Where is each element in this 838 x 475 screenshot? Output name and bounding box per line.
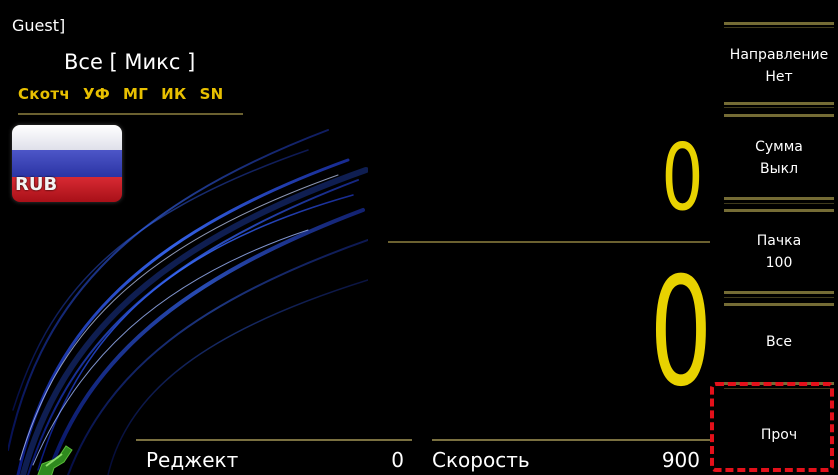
direction-button[interactable]: Направление Нет: [720, 30, 838, 102]
reject-value: 0: [391, 448, 404, 472]
feature-mg: МГ: [123, 85, 149, 103]
sum-label: Сумма: [755, 139, 803, 155]
feature-indicators: Скотч УФ МГ ИК SN: [18, 85, 224, 103]
direction-label: Направление: [729, 47, 829, 63]
user-label: Guest]: [12, 16, 66, 35]
feature-sn: SN: [199, 85, 224, 103]
antenna-icon: [37, 445, 73, 475]
counter-divider: [388, 241, 710, 243]
reject-label: Реджект: [146, 448, 239, 472]
count-value: 0: [661, 124, 704, 231]
feature-tape: Скотч: [18, 85, 70, 103]
batch-value: 100: [765, 255, 793, 271]
russia-flag-icon[interactable]: RUB: [12, 125, 122, 202]
total-value: 0: [649, 246, 712, 420]
sum-value: Выкл: [759, 161, 799, 177]
batch-label: Пачка: [756, 233, 802, 249]
direction-value: Нет: [765, 69, 793, 85]
speed-divider: [432, 439, 710, 441]
mode-label: Все [ Микс ]: [64, 50, 196, 74]
batch-button[interactable]: Пачка 100: [720, 216, 838, 288]
feature-divider: [18, 113, 243, 115]
all-button[interactable]: Все: [720, 308, 838, 376]
reject-divider: [136, 439, 412, 441]
currency-code: RUB: [15, 173, 58, 195]
speed-value: 900: [661, 448, 700, 472]
sum-button[interactable]: Сумма Выкл: [720, 122, 838, 194]
feature-ir: ИК: [161, 85, 187, 103]
speed-label: Скорость: [432, 448, 530, 472]
selection-highlight: [710, 382, 834, 472]
blue-swoosh-decoration: [8, 129, 368, 475]
all-label: Все: [766, 334, 792, 350]
feature-uv: УФ: [83, 85, 111, 103]
